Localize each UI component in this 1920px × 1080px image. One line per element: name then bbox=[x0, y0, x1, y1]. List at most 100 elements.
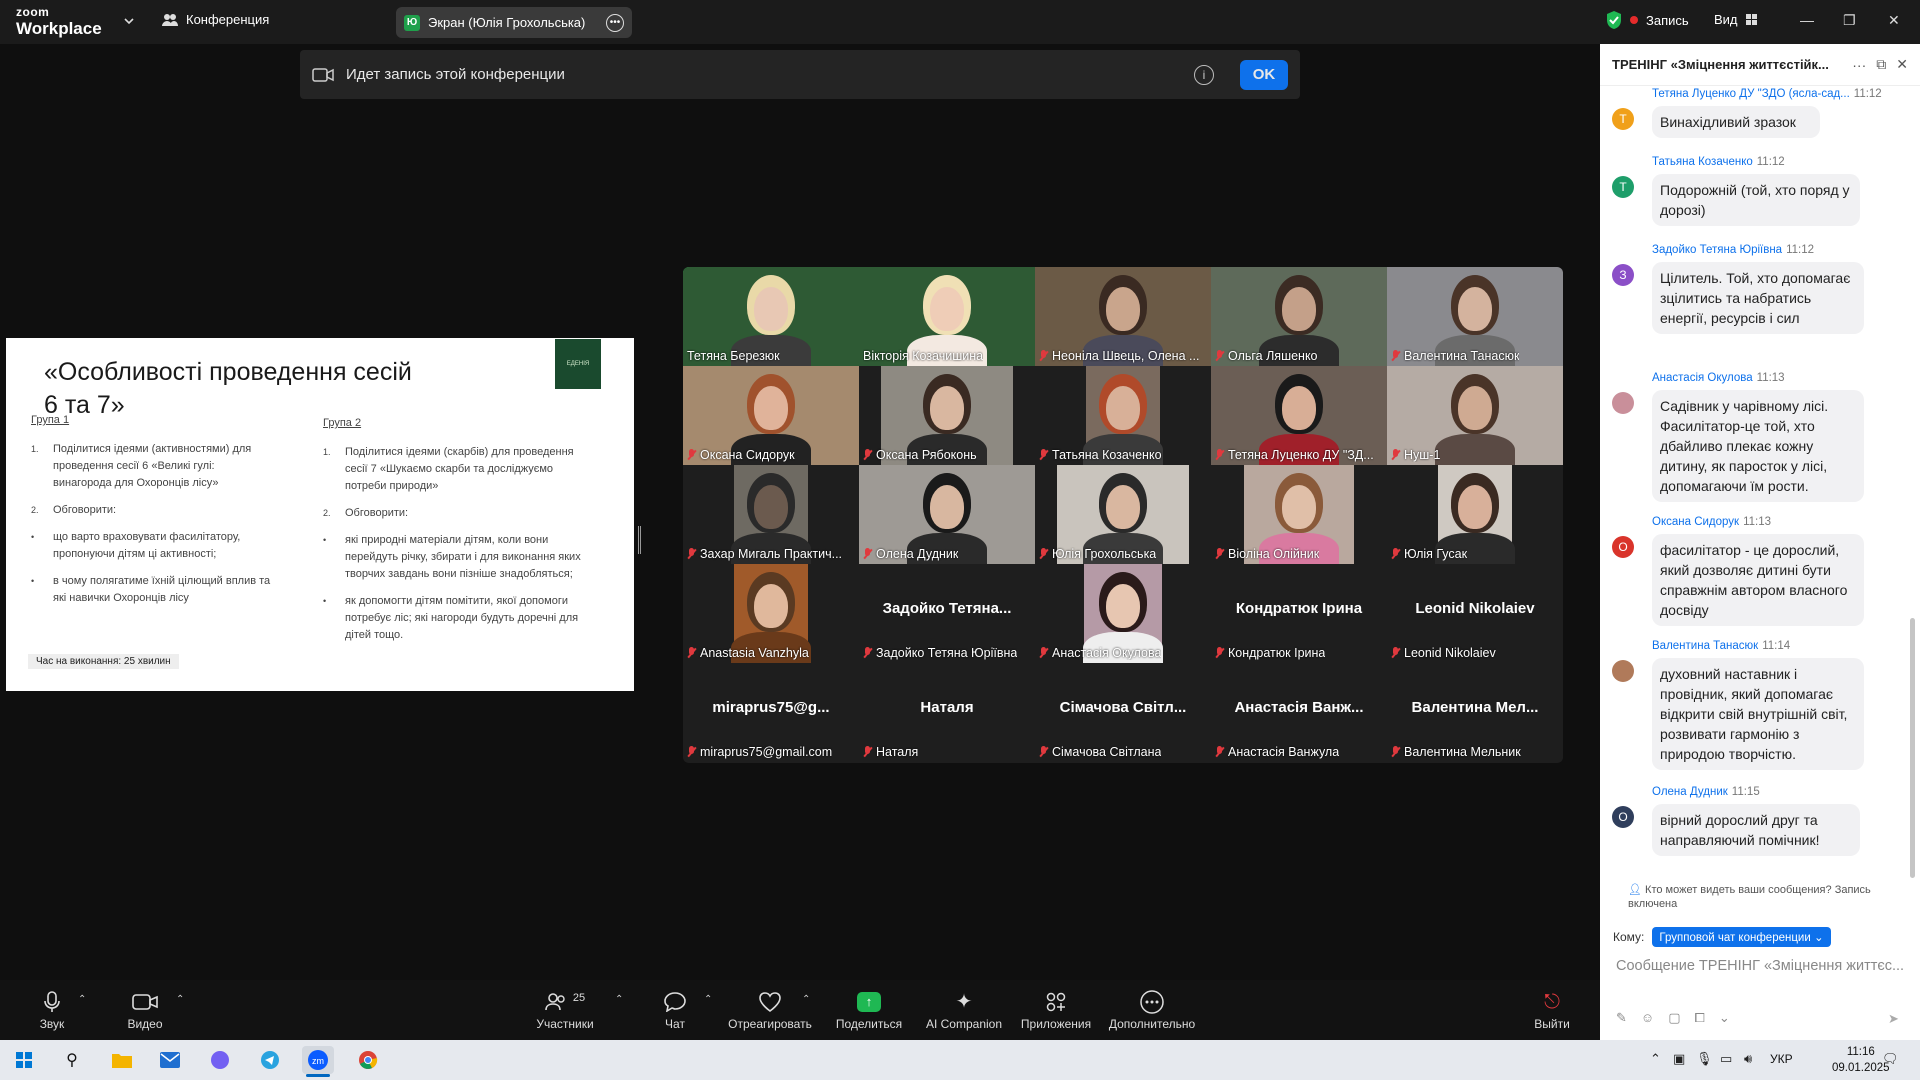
chevron-down-icon[interactable]: ⌄ bbox=[1719, 1010, 1730, 1026]
volume-icon[interactable]: 🔊︎ bbox=[1744, 1051, 1752, 1067]
telegram-icon[interactable] bbox=[254, 1046, 286, 1074]
participant-tile[interactable]: Анастасія Окулова bbox=[1035, 564, 1211, 663]
chevron-down-icon[interactable] bbox=[122, 14, 136, 28]
chat-caret-icon[interactable]: ⌃ bbox=[704, 994, 712, 1005]
participant-tile[interactable]: Олена Дудник bbox=[859, 465, 1035, 564]
share-button[interactable]: ↑ Поделиться bbox=[834, 980, 904, 1040]
meeting-toolbar: Звук ⌃ Видео ⌃ 25 Участники ⌃ Чат ⌃ Отре… bbox=[0, 980, 1600, 1040]
video-caret-icon[interactable]: ⌃ bbox=[176, 994, 184, 1005]
search-icon[interactable]: ⚲ bbox=[56, 1046, 88, 1074]
participant-display-name: Анастасія Ванж... bbox=[1234, 699, 1364, 716]
chat-scrollbar[interactable] bbox=[1910, 618, 1915, 878]
participant-tile[interactable]: Юлія Грохольська bbox=[1035, 465, 1211, 564]
participant-tile[interactable]: Кондратюк Ірина Кондратюк Ірина bbox=[1211, 564, 1387, 663]
participant-name-label: Неоніла Швець, Олена ... bbox=[1039, 349, 1199, 363]
participant-tile[interactable]: Юлія Гусак bbox=[1387, 465, 1563, 564]
participant-gallery: Тетяна Березюк Вікторія Козачишина Неоніла… bbox=[683, 267, 1563, 763]
ok-button[interactable]: OK bbox=[1240, 59, 1288, 90]
screen-share-pill[interactable]: Ю Экран (Юлія Грохольська) ••• bbox=[396, 7, 632, 38]
send-icon[interactable]: ➤ bbox=[1888, 1011, 1899, 1027]
sender-name[interactable]: Олена Дудник bbox=[1652, 786, 1728, 798]
participant-tile[interactable]: Тетяна Березюк bbox=[683, 267, 859, 366]
meet-now-icon[interactable]: ▣ bbox=[1673, 1051, 1685, 1067]
participant-tile[interactable]: miraprus75@g... miraprus75@gmail.com bbox=[683, 663, 859, 762]
svg-text:zm: zm bbox=[312, 1056, 324, 1066]
participants-button[interactable]: 25 Участники bbox=[530, 980, 600, 1040]
view-button[interactable]: Вид bbox=[1714, 12, 1757, 27]
split-drag-handle[interactable] bbox=[638, 526, 641, 554]
viber-icon[interactable] bbox=[204, 1046, 236, 1074]
microphone-icon[interactable]: 🎙︎ bbox=[1696, 1051, 1713, 1067]
participant-name-label: Leonid Nikolaiev bbox=[1391, 646, 1496, 660]
sender-name[interactable]: Задойко Тетяна Юріївна bbox=[1652, 244, 1782, 256]
more-button[interactable]: Дополнительно bbox=[1106, 980, 1198, 1040]
participant-tile[interactable]: Нуш-1 bbox=[1387, 366, 1563, 465]
zoom-app-icon[interactable]: zm bbox=[302, 1046, 334, 1077]
participant-tile[interactable]: Татьяна Козаченко bbox=[1035, 366, 1211, 465]
ai-companion-button[interactable]: ✦ AI Companion bbox=[922, 980, 1006, 1040]
windows-start-icon[interactable] bbox=[8, 1046, 40, 1074]
close-icon[interactable]: ✕ bbox=[1896, 56, 1908, 73]
more-options-icon[interactable]: ••• bbox=[606, 13, 624, 32]
muted-mic-icon bbox=[687, 449, 696, 461]
shared-screen-slide: «Особливості проведення сесій 6 та 7» ЕД… bbox=[6, 338, 634, 691]
chevron-up-icon[interactable]: ⌃ bbox=[1650, 1051, 1661, 1067]
network-icon[interactable]: ▭ bbox=[1720, 1051, 1732, 1067]
video-button[interactable]: Видео bbox=[120, 980, 170, 1040]
participant-tile[interactable]: Анастасія Ванж... Анастасія Ванжула bbox=[1211, 663, 1387, 762]
minimize-icon[interactable]: — bbox=[1800, 12, 1814, 28]
visibility-note[interactable]: 👤︎ Кто может видеть ваши сообщения? Запи… bbox=[1628, 883, 1898, 911]
screenshot-icon[interactable]: ⧠ bbox=[1694, 1010, 1704, 1026]
audio-caret-icon[interactable]: ⌃ bbox=[78, 994, 86, 1005]
react-button[interactable]: Отреагировать bbox=[728, 980, 812, 1040]
recipient-dropdown[interactable]: Групповой чат конференции ⌄ bbox=[1652, 927, 1831, 947]
notifications-icon[interactable]: 🗨︎ bbox=[1882, 1051, 1899, 1067]
participant-tile[interactable]: Неоніла Швець, Олена ... bbox=[1035, 267, 1211, 366]
participant-tile[interactable]: Вікторія Козачишина bbox=[859, 267, 1035, 366]
participant-tile[interactable]: Віоліна Олійник bbox=[1211, 465, 1387, 564]
conference-menu-button[interactable]: Конференция bbox=[162, 12, 269, 27]
leave-button[interactable]: ⎋ Выйти bbox=[1530, 980, 1574, 1040]
participant-tile[interactable]: Оксана Рябоконь bbox=[859, 366, 1035, 465]
chrome-icon[interactable] bbox=[352, 1046, 384, 1074]
close-icon[interactable]: ✕ bbox=[1888, 12, 1900, 29]
chat-input[interactable]: Сообщение ТРЕНІНГ «Зміцнення життєс... bbox=[1616, 958, 1912, 974]
language-indicator[interactable]: УКР bbox=[1770, 1052, 1793, 1066]
audio-button[interactable]: Звук bbox=[32, 980, 72, 1040]
participant-tile[interactable]: Ольга Ляшенко bbox=[1211, 267, 1387, 366]
file-explorer-icon[interactable] bbox=[106, 1046, 138, 1074]
participants-caret-icon[interactable]: ⌃ bbox=[615, 994, 623, 1005]
info-icon[interactable]: i bbox=[1194, 64, 1214, 85]
clock[interactable]: 11:16 09.01.2025 bbox=[1832, 1044, 1890, 1076]
chat-button[interactable]: Чат bbox=[660, 980, 690, 1040]
mail-icon[interactable] bbox=[154, 1046, 186, 1074]
recording-indicator[interactable]: Запись bbox=[1606, 11, 1689, 29]
participant-tile[interactable]: Тетяна Луценко ДУ "ЗД... bbox=[1211, 366, 1387, 465]
participant-tile[interactable]: Валентина Мел... Валентина Мельник bbox=[1387, 663, 1563, 762]
emoji-icon[interactable]: ☺ bbox=[1641, 1010, 1654, 1026]
pop-out-icon[interactable]: ⧉ bbox=[1876, 56, 1886, 73]
more-options-icon[interactable]: ··· bbox=[1852, 57, 1866, 73]
sharer-avatar: Ю bbox=[404, 14, 420, 31]
sender-name[interactable]: Валентина Танасюк bbox=[1652, 640, 1758, 652]
sender-name[interactable]: Тетяна Луценко ДУ "ЗДО (ясла-сад... bbox=[1652, 88, 1850, 100]
participant-tile[interactable]: Leonid Nikolaiev Leonid Nikolaiev bbox=[1387, 564, 1563, 663]
participant-tile[interactable]: Anastasia Vanzhyla bbox=[683, 564, 859, 663]
apps-button[interactable]: Приложения bbox=[1016, 980, 1096, 1040]
avatar: Т bbox=[1612, 108, 1634, 130]
format-icon[interactable]: ✎ bbox=[1616, 1010, 1627, 1026]
participant-tile[interactable]: Оксана Сидорук bbox=[683, 366, 859, 465]
muted-mic-icon bbox=[1215, 746, 1224, 758]
participant-tile[interactable]: Сімачова Світл... Сімачова Світлана bbox=[1035, 663, 1211, 762]
file-icon[interactable]: ▢ bbox=[1668, 1010, 1680, 1026]
sender-name[interactable]: Оксана Сидорук bbox=[1652, 516, 1739, 528]
muted-mic-icon bbox=[687, 548, 696, 560]
sender-name[interactable]: Анастасія Окулова bbox=[1652, 372, 1753, 384]
participant-tile[interactable]: Наталя Наталя bbox=[859, 663, 1035, 762]
participant-tile[interactable]: Захар Мигаль Практич... bbox=[683, 465, 859, 564]
sender-name[interactable]: Татьяна Козаченко bbox=[1652, 156, 1753, 168]
participant-tile[interactable]: Задойко Тетяна... Задойко Тетяна Юріївна bbox=[859, 564, 1035, 663]
react-caret-icon[interactable]: ⌃ bbox=[802, 994, 810, 1005]
participant-tile[interactable]: Валентина Танасюк bbox=[1387, 267, 1563, 366]
restore-icon[interactable]: ❐ bbox=[1843, 12, 1856, 29]
